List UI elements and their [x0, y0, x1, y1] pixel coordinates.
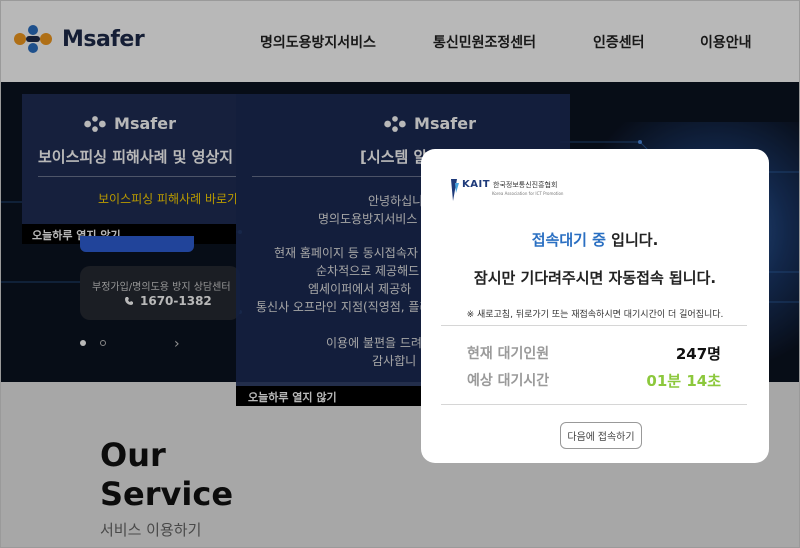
queue-status-highlight: 접속대기 중: [531, 231, 606, 249]
kait-wordmark: KAIT: [462, 179, 491, 190]
kait-mark-icon: [451, 179, 459, 201]
kait-org-name: 한국정보통신진흥협회: [493, 181, 558, 189]
queue-count-value: 247명: [675, 345, 721, 363]
auto-connect-message: 잠시만 기다려주시면 자동접속 됩니다.: [473, 269, 717, 287]
modal-divider: [441, 325, 747, 326]
queue-count-label: 현재 대기인원: [467, 346, 550, 362]
wait-time-label: 예상 대기시간: [467, 373, 550, 389]
queue-status-rest: 입니다.: [605, 231, 659, 249]
connect-later-button[interactable]: 다음에 접속하기: [560, 422, 642, 449]
kait-logo: KAIT 한국정보통신진흥협회 Korea Association for IC…: [449, 179, 563, 201]
kait-org-name-en: Korea Association for ICT Promotion: [492, 191, 564, 196]
queue-status-text: 접속대기 중 입니다.: [421, 229, 769, 250]
modal-divider: [441, 404, 747, 405]
queue-wait-modal: KAIT 한국정보통신진흥협회 Korea Association for IC…: [421, 149, 769, 463]
wait-time-value: 01분 14초: [646, 372, 721, 390]
refresh-warning-note: ※ 새로고침, 뒤로가기 또는 재접속하시면 대기시간이 더 길어집니다.: [466, 310, 724, 320]
